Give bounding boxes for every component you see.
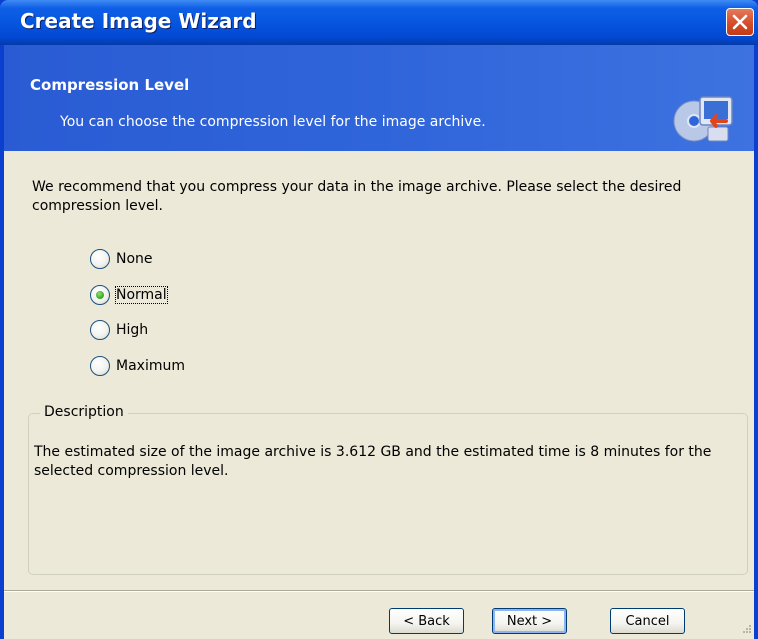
description-legend: Description [40, 404, 128, 420]
radio-label: Maximum [116, 358, 185, 374]
description-groupbox [28, 413, 748, 575]
backup-disk-monitor-icon [673, 96, 733, 142]
radio-button[interactable] [90, 320, 110, 340]
wizard-window: Create Image Wizard Compression Level Yo… [0, 0, 758, 639]
radio-label: None [116, 251, 153, 267]
radio-label: Normal [115, 286, 168, 304]
description-text: The estimated size of the image archive … [34, 444, 712, 479]
radio-option-none[interactable]: None [90, 247, 153, 271]
next-button[interactable]: Next > [492, 608, 567, 634]
radio-button-checked[interactable] [90, 285, 110, 305]
wizard-header [4, 45, 754, 151]
resize-grip-icon[interactable] [740, 624, 752, 636]
intro-text: We recommend that you compress your data… [32, 179, 682, 214]
radio-option-normal[interactable]: Normal [90, 283, 168, 307]
radio-option-high[interactable]: High [90, 318, 148, 342]
back-button[interactable]: < Back [389, 608, 464, 634]
window-frame-right [754, 45, 758, 639]
radio-button[interactable] [90, 249, 110, 269]
page-title: Compression Level [30, 76, 190, 94]
close-x-icon [732, 14, 748, 30]
close-button[interactable] [726, 8, 754, 36]
cancel-button[interactable]: Cancel [610, 608, 685, 634]
radio-button[interactable] [90, 356, 110, 376]
title-bar[interactable]: Create Image Wizard [0, 0, 758, 45]
radio-label: High [116, 322, 149, 338]
page-subtitle: You can choose the compression level for… [60, 114, 486, 130]
radio-option-maximum[interactable]: Maximum [90, 354, 185, 378]
window-title: Create Image Wizard [20, 9, 257, 33]
